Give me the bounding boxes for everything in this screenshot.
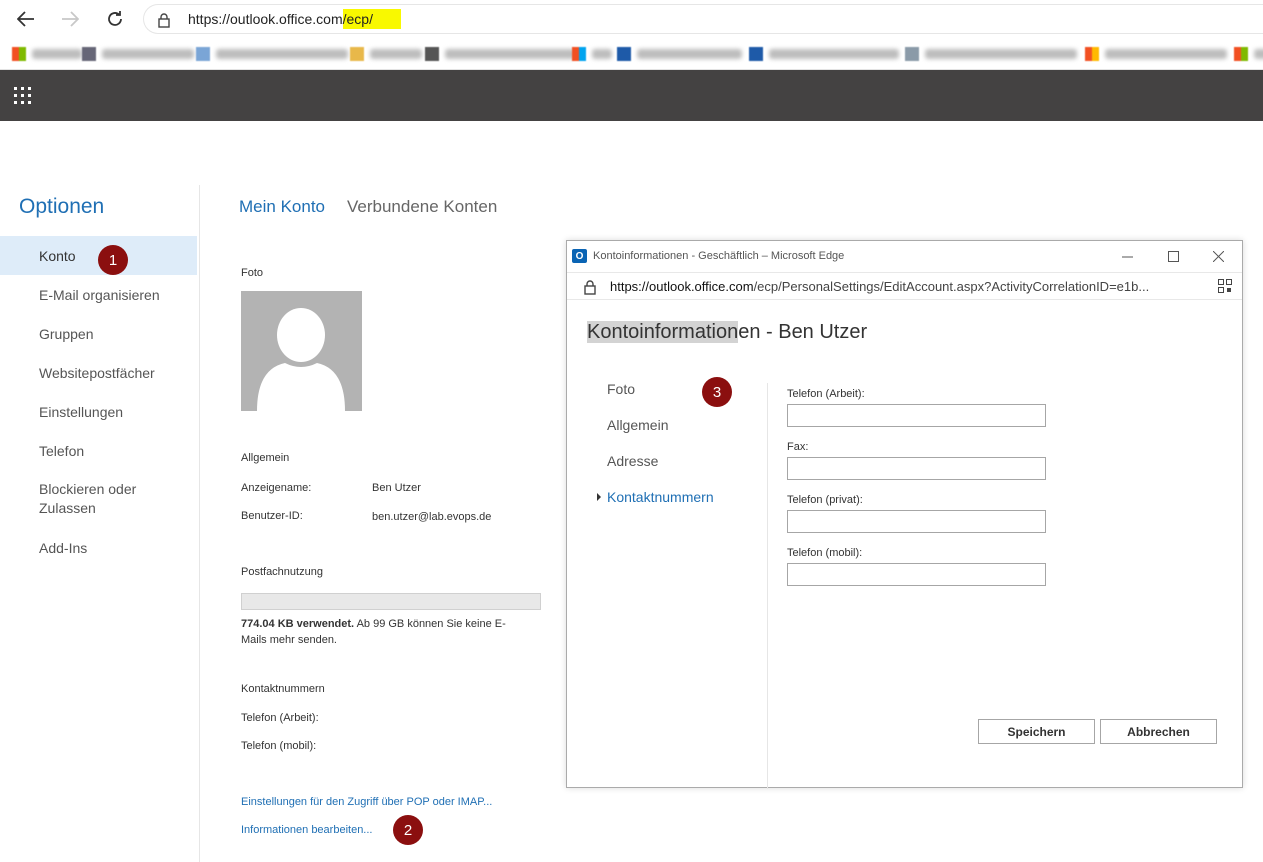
tab-verbundene-konten[interactable]: Verbundene Konten xyxy=(347,197,497,217)
mailbox-usage-bar xyxy=(241,593,541,610)
bookmark-item[interactable] xyxy=(82,46,194,62)
bookmarks-bar xyxy=(0,38,1263,70)
annotation-badge-2: 2 xyxy=(393,815,423,845)
avatar-placeholder-icon xyxy=(257,308,345,411)
popup-heading: Kontoinformationen - Ben Utzer xyxy=(587,321,868,343)
nav-item-email-organisieren[interactable]: E-Mail organisieren xyxy=(0,275,197,314)
close-button[interactable] xyxy=(1208,246,1228,266)
lock-icon xyxy=(584,280,596,295)
tab-mein-konto[interactable]: Mein Konto xyxy=(239,197,325,217)
nav-item-blockieren[interactable]: Blockieren oder Zulassen xyxy=(0,470,197,528)
bookmark-item[interactable] xyxy=(12,46,82,62)
qr-code-icon[interactable] xyxy=(1218,279,1232,293)
user-id-label: Benutzer-ID: xyxy=(241,510,303,522)
close-icon xyxy=(1212,250,1224,262)
app-header xyxy=(0,70,1263,121)
options-nav: Konto E-Mail organisieren Gruppen Websit… xyxy=(0,236,197,567)
phone-mobile-input[interactable] xyxy=(787,563,1046,586)
arrow-right-icon xyxy=(62,11,79,27)
bookmark-item[interactable] xyxy=(1234,46,1263,62)
outlook-icon: O xyxy=(572,249,587,263)
annotation-badge-3: 3 xyxy=(702,377,732,407)
annotation-badge-1: 1 xyxy=(98,245,128,275)
bookmark-item[interactable] xyxy=(617,46,742,62)
arrow-left-icon xyxy=(17,11,34,27)
popup-window-title: Kontoinformationen - Geschäftlich – Micr… xyxy=(593,250,845,262)
bookmark-item[interactable] xyxy=(572,46,612,62)
fax-input[interactable] xyxy=(787,457,1046,480)
popup-nav-divider xyxy=(767,383,768,789)
photo-label: Foto xyxy=(241,267,264,279)
bookmark-item[interactable] xyxy=(425,46,575,62)
address-bar[interactable]: https://outlook.office.com/ecp/ xyxy=(143,4,1263,34)
edit-account-popup-window: O Kontoinformationen - Geschäftlich – Mi… xyxy=(566,240,1243,789)
popup-address-bar[interactable]: https://outlook.office.com/ecp/PersonalS… xyxy=(567,272,1242,300)
maximize-icon xyxy=(1167,250,1179,262)
edit-info-link[interactable]: Informationen bearbeiten... xyxy=(241,824,372,836)
phone-private-field-label: Telefon (privat): xyxy=(787,494,863,506)
popup-nav-allgemein[interactable]: Allgemein xyxy=(607,417,714,453)
bookmark-item[interactable] xyxy=(1085,46,1227,62)
phone-mobile-label: Telefon (mobil): xyxy=(241,740,317,752)
phone-work-label: Telefon (Arbeit): xyxy=(241,712,319,724)
popup-nav: Foto Allgemein Adresse Kontaktnummern xyxy=(597,381,714,525)
nav-item-websitepostfaecher[interactable]: Websitepostfächer xyxy=(0,353,197,392)
bookmark-item[interactable] xyxy=(749,46,899,62)
mailbox-heading: Postfachnutzung xyxy=(241,566,323,578)
popup-url-text: https://outlook.office.com/ecp/PersonalS… xyxy=(610,279,1150,294)
phone-private-input[interactable] xyxy=(787,510,1046,533)
minimize-button[interactable] xyxy=(1117,246,1137,266)
phone-mobile-field-label: Telefon (mobil): xyxy=(787,547,863,559)
browser-toolbar: https://outlook.office.com/ecp/ xyxy=(0,0,1263,38)
general-heading: Allgemein xyxy=(241,452,290,464)
user-id-value: ben.utzer@lab.evops.de xyxy=(372,511,492,523)
nav-item-addins[interactable]: Add-Ins xyxy=(0,528,197,567)
maximize-button[interactable] xyxy=(1163,246,1183,266)
nav-item-einstellungen[interactable]: Einstellungen xyxy=(0,392,197,431)
fax-field-label: Fax: xyxy=(787,441,809,453)
app-launcher-icon[interactable] xyxy=(14,87,31,104)
cancel-button[interactable]: Abbrechen xyxy=(1100,719,1217,744)
phone-work-field-label: Telefon (Arbeit): xyxy=(787,388,865,400)
bookmark-item[interactable] xyxy=(350,46,422,62)
pop-imap-link[interactable]: Einstellungen für den Zugriff über POP o… xyxy=(241,796,492,808)
popup-nav-foto[interactable]: Foto xyxy=(607,381,714,417)
display-name-value: Ben Utzer xyxy=(372,482,421,494)
refresh-button[interactable] xyxy=(103,7,127,31)
minimize-icon xyxy=(1121,256,1133,257)
nav-item-gruppen[interactable]: Gruppen xyxy=(0,314,197,353)
options-title: Optionen xyxy=(19,195,105,218)
profile-photo xyxy=(241,291,362,411)
refresh-icon xyxy=(108,11,122,26)
bookmark-item[interactable] xyxy=(905,46,1077,62)
url-text: https://outlook.office.com/ecp/ xyxy=(188,9,401,29)
popup-titlebar: O Kontoinformationen - Geschäftlich – Mi… xyxy=(567,241,1242,272)
caret-right-icon xyxy=(597,493,601,501)
mailbox-usage-text: 774.04 KB verwendet. Ab 99 GB können Sie… xyxy=(241,618,506,646)
forward-button[interactable] xyxy=(58,7,82,31)
popup-nav-adresse[interactable]: Adresse xyxy=(607,453,714,489)
contact-heading: Kontaktnummern xyxy=(241,683,325,695)
phone-work-input[interactable] xyxy=(787,404,1046,427)
nav-divider xyxy=(199,185,200,862)
back-button[interactable] xyxy=(14,7,38,31)
display-name-label: Anzeigename: xyxy=(241,482,312,494)
popup-nav-kontaktnummern[interactable]: Kontaktnummern xyxy=(597,489,714,525)
lock-icon xyxy=(158,13,170,28)
url-highlight: /ecp/ xyxy=(342,9,401,29)
save-button[interactable]: Speichern xyxy=(978,719,1095,744)
bookmark-item[interactable] xyxy=(196,46,348,62)
nav-item-telefon[interactable]: Telefon xyxy=(0,431,197,470)
